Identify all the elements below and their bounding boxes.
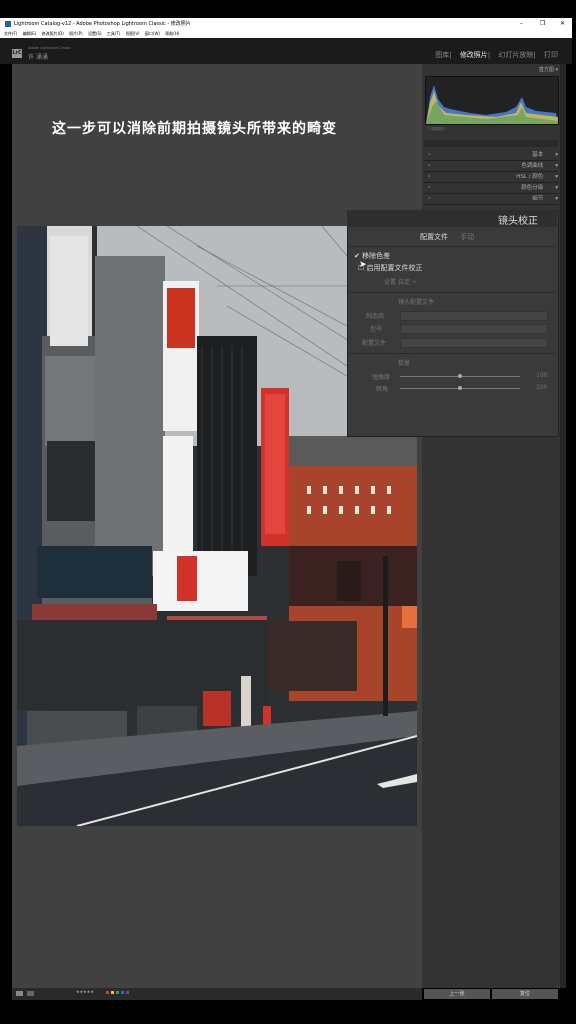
amount-header: 数量 [398, 360, 411, 367]
menu-bar: 文件(F) 编辑(E) 修改照片(D) 照片(P) 设置(S) 工具(T) 视图… [0, 30, 572, 38]
module-slideshow[interactable]: 幻灯片放映 [498, 51, 533, 59]
distortion-label: 扭曲度 [372, 374, 391, 381]
shutter-speed: 1/400 秒 [497, 118, 513, 122]
module-picker: 图库| 修改照片| 幻灯片放映| 打印 [435, 51, 558, 59]
enable-profile-label: 启用配置文件校正 [366, 264, 423, 272]
color-label-green-icon[interactable] [116, 991, 119, 994]
histogram-label: 直方图 [538, 67, 554, 73]
expand-arrow-icon: ◂ [428, 184, 431, 189]
vignetting-value[interactable]: 100 [536, 384, 547, 391]
panel-label: 色调曲线 [521, 163, 544, 169]
module-print[interactable]: 打印 [544, 51, 558, 59]
setup-value: 自定 [397, 279, 410, 286]
window-titlebar: Lightroom Catalog-v12 - Adobe Photoshop … [0, 18, 572, 30]
model-select[interactable] [400, 324, 548, 334]
menu-window[interactable]: 窗口(W) [145, 31, 160, 36]
minimize-button[interactable]: – [520, 18, 523, 30]
vignetting-label: 暗角 [376, 386, 389, 393]
histogram-graph [426, 85, 558, 124]
previous-button[interactable]: 上一张 [424, 989, 490, 999]
lrc-logo: LrC [12, 49, 22, 58]
panel-detail[interactable]: ◂ 细节 ▾ [424, 194, 558, 205]
panel-label: 颜色分级 [521, 185, 544, 191]
panel-label: HSL / 颜色 [516, 174, 544, 180]
panel-color-grading[interactable]: ◂ 颜色分级 ▾ [424, 183, 558, 194]
color-label-purple-icon[interactable] [126, 991, 129, 994]
menu-help[interactable]: 帮助(H) [165, 31, 179, 36]
distortion-value[interactable]: 100 [536, 372, 547, 379]
menu-photo[interactable]: 照片(P) [69, 31, 83, 36]
menu-edit[interactable]: 编辑(E) [23, 31, 37, 36]
divider [348, 246, 556, 247]
reset-button[interactable]: 复位 [492, 989, 558, 999]
product-name: Adobe Lightroom Classic [28, 46, 72, 50]
divider [348, 292, 556, 293]
original-photo-label: 原始照片 [431, 127, 446, 131]
close-button[interactable]: ✕ [560, 18, 565, 30]
divider [348, 353, 556, 354]
module-library[interactable]: 图库 [435, 51, 449, 59]
menu-develop[interactable]: 修改照片(D) [42, 31, 64, 36]
maximize-button[interactable]: ❐ [540, 18, 545, 30]
star-rating-icon[interactable]: ★★★★★ [76, 989, 94, 994]
panel-label: 细节 [532, 196, 544, 202]
right-panel-scrollbar[interactable] [560, 64, 566, 988]
profile-label: 配置文件 [362, 340, 387, 347]
tool-strip[interactable] [424, 140, 558, 147]
loupe-view-icon[interactable] [16, 991, 23, 996]
model-label: 型号 [370, 326, 383, 333]
profile-select[interactable] [400, 338, 548, 348]
distortion-slider-handle[interactable] [458, 374, 462, 378]
user-name[interactable]: 许 涌涌 [28, 52, 48, 61]
module-develop[interactable]: 修改照片 [460, 51, 488, 59]
expand-arrow-icon: ◂ [428, 173, 431, 178]
enable-profile-checkbox[interactable]: ☐ 启用配置文件校正 [358, 263, 423, 273]
color-label-yellow-icon[interactable] [111, 991, 114, 994]
lens-tabs: 配置文件 手动 [420, 232, 474, 242]
panel-tone-curve[interactable]: ◂ 色调曲线 ▾ [424, 161, 558, 172]
compare-view-icon[interactable] [27, 991, 34, 996]
panel-basic[interactable]: ◂ 基本 ▾ [424, 150, 558, 161]
remove-ca-label: 移除色差 [362, 252, 391, 260]
color-label-blue-icon[interactable] [121, 991, 124, 994]
expand-arrow-icon: ◂ [428, 162, 431, 167]
make-label: 制造商 [366, 313, 385, 320]
mouse-cursor-icon: ➤ [359, 260, 367, 270]
original-photo-toggle[interactable]: ☐ 原始照片 [427, 127, 445, 132]
make-select[interactable] [400, 311, 548, 321]
focal-length: 35 mm [452, 118, 466, 122]
panel-label: 基本 [532, 152, 544, 158]
app-icon [5, 21, 11, 27]
setup-label: 设置 [384, 279, 397, 286]
lens-panel-title: 镜头校正 [498, 216, 538, 227]
menu-view[interactable]: 视图(V) [126, 31, 140, 36]
iso-value: ISO 100 [427, 118, 442, 122]
menu-settings[interactable]: 设置(S) [88, 31, 102, 36]
menu-tools[interactable]: 工具(T) [107, 31, 121, 36]
window-title: Lightroom Catalog-v12 - Adobe Photoshop … [14, 21, 191, 27]
tutorial-caption: 这一步可以消除前期拍摄镜头所带来的畸变 [52, 121, 337, 137]
expand-arrow-icon: ◂ [428, 195, 431, 200]
expand-arrow-icon: ◂ [428, 151, 431, 156]
aperture: f / 5.6 [476, 118, 487, 122]
exif-info: ISO 100 35 mm f / 5.6 1/400 秒 [427, 118, 557, 123]
histogram-header[interactable]: 直方图 ▾ [424, 66, 558, 76]
menu-file[interactable]: 文件(F) [4, 31, 17, 36]
lens-profile-header: 镜头配置文件 [398, 299, 435, 306]
color-label-red-icon[interactable] [106, 991, 109, 994]
panel-hsl[interactable]: ◂ HSL / 颜色 ▾ [424, 172, 558, 183]
tab-manual[interactable]: 手动 [460, 233, 474, 241]
tab-profile[interactable]: 配置文件 [420, 233, 448, 241]
toolbar: ★★★★★ [12, 988, 422, 1000]
vignetting-slider-handle[interactable] [458, 386, 462, 390]
setup-row[interactable]: 设置 自定 ÷ [384, 277, 417, 286]
